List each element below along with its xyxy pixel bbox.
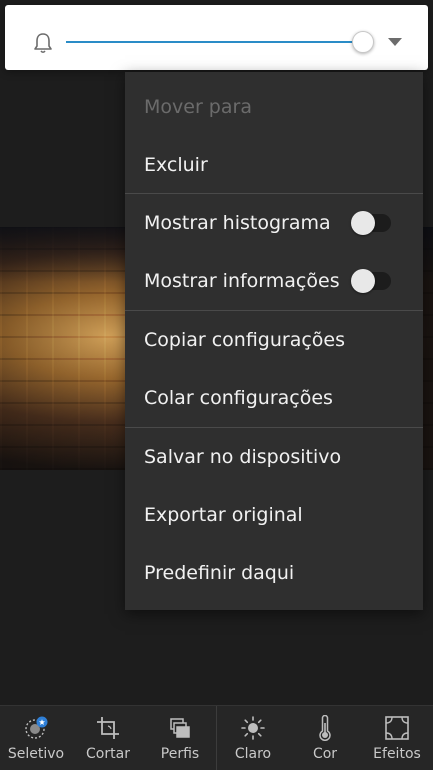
slider-thumb[interactable] bbox=[352, 31, 374, 53]
tool-label: Efeitos bbox=[373, 746, 421, 762]
menu-item-label: Salvar no dispositivo bbox=[144, 446, 342, 468]
tool-label: Perfis bbox=[160, 746, 200, 762]
tool-color[interactable]: Cor bbox=[289, 706, 361, 770]
menu-item-label: Colar configurações bbox=[144, 387, 333, 409]
tool-effects[interactable]: Efeitos bbox=[361, 706, 433, 770]
menu-item-paste-settings[interactable]: Colar configurações bbox=[125, 369, 423, 427]
menu-item-label: Mostrar histograma bbox=[144, 212, 331, 234]
bell-icon[interactable] bbox=[32, 31, 54, 55]
menu-item-label: Mostrar informações bbox=[144, 270, 340, 292]
menu-item-export-original[interactable]: Exportar original bbox=[125, 486, 423, 544]
toggle-knob bbox=[351, 211, 375, 235]
tool-label: Seletivo bbox=[7, 746, 65, 762]
histogram-toggle[interactable] bbox=[351, 211, 391, 235]
chevron-down-icon[interactable] bbox=[388, 38, 402, 46]
menu-item-copy-settings[interactable]: Copiar configurações bbox=[125, 311, 423, 369]
thermometer-icon bbox=[319, 715, 331, 741]
crop-icon bbox=[97, 717, 119, 739]
profiles-icon bbox=[170, 718, 190, 738]
tool-profiles[interactable]: Perfis bbox=[144, 706, 216, 770]
menu-item-save-to-device[interactable]: Salvar no dispositivo bbox=[125, 428, 423, 486]
tool-label: Cortar bbox=[86, 746, 130, 762]
tool-crop[interactable]: Cortar bbox=[72, 706, 144, 770]
menu-item-delete[interactable]: Excluir bbox=[125, 136, 423, 194]
bottom-toolbar: Seletivo Cortar Perfis Claro Cor Efeitos bbox=[0, 705, 433, 770]
menu-item-label: Excluir bbox=[144, 154, 208, 176]
menu-item-label: Copiar configurações bbox=[144, 329, 346, 351]
menu-item-label: Mover para bbox=[144, 96, 252, 118]
menu-item-label: Predefinir daqui bbox=[144, 562, 295, 584]
menu-item-preset-from-here[interactable]: Predefinir daqui bbox=[125, 544, 423, 602]
menu-item-show-info[interactable]: Mostrar informações bbox=[125, 252, 423, 310]
menu-item-label: Exportar original bbox=[144, 504, 303, 526]
menu-item-move-to: Mover para bbox=[125, 78, 423, 136]
selective-icon bbox=[25, 716, 48, 739]
slider-track[interactable] bbox=[66, 41, 366, 43]
effects-icon bbox=[385, 716, 409, 740]
sun-icon bbox=[241, 716, 265, 740]
tool-light[interactable]: Claro bbox=[217, 706, 289, 770]
context-menu: Mover para Excluir Mostrar histograma Mo… bbox=[125, 72, 423, 610]
tool-selective[interactable]: Seletivo bbox=[0, 706, 72, 770]
slider-card bbox=[5, 5, 428, 70]
tool-label: Claro bbox=[234, 746, 272, 762]
toggle-knob bbox=[351, 269, 375, 293]
tool-label: Cor bbox=[312, 746, 338, 762]
info-toggle[interactable] bbox=[351, 269, 391, 293]
menu-item-show-histogram[interactable]: Mostrar histograma bbox=[125, 194, 423, 252]
